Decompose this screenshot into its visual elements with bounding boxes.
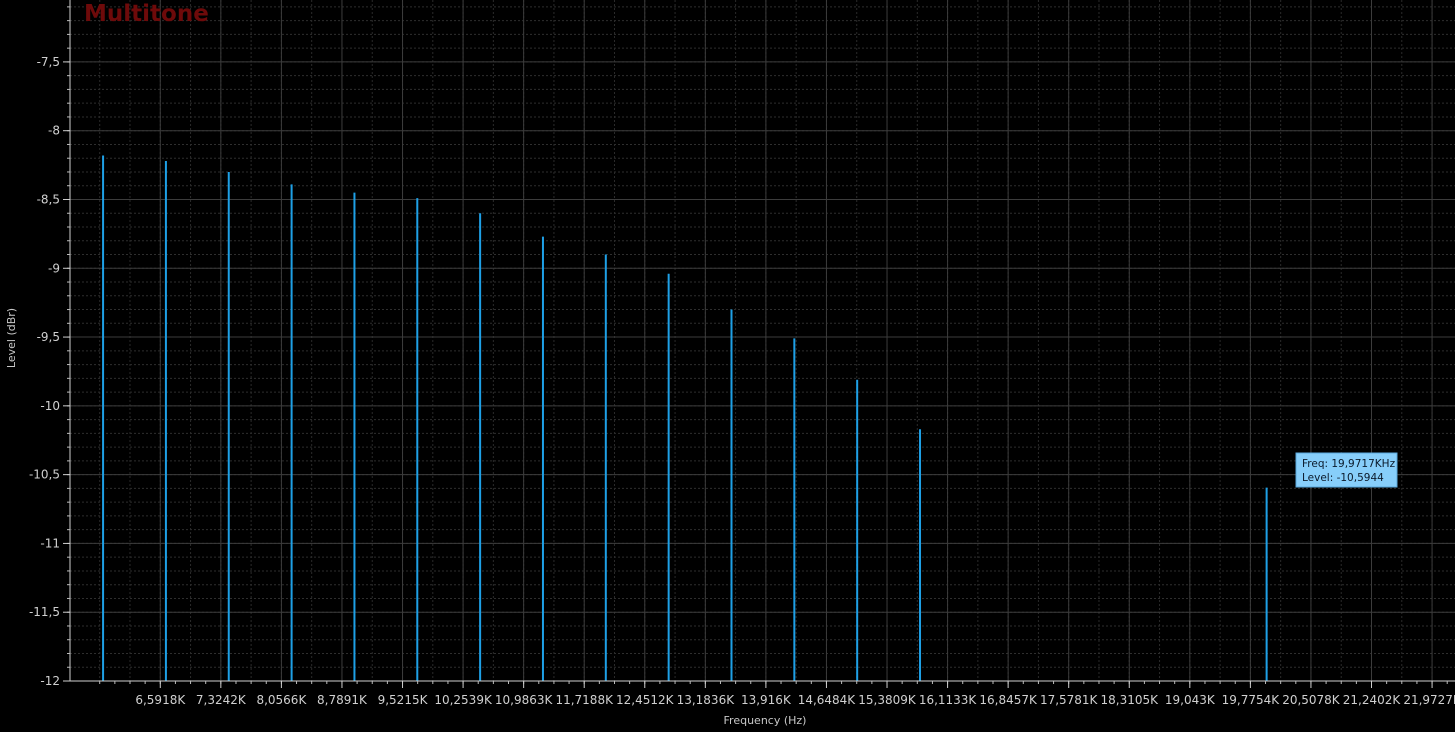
x-tick-label: 16,8457K	[979, 693, 1038, 707]
x-tick-label: 13,1836K	[677, 693, 736, 707]
y-tick-label: -11,5	[29, 605, 60, 619]
cursor-tooltip: Freq: 19,9717KHz Level: -10,5944	[1295, 452, 1398, 488]
tooltip-level: Level: -10,5944	[1302, 472, 1384, 484]
x-tick-label: 20,5078K	[1282, 693, 1341, 707]
y-tick-label: -9,5	[37, 330, 60, 344]
y-tick-label: -9	[48, 261, 60, 275]
x-tick-label: 8,7891K	[317, 693, 368, 707]
x-tick-label: 19,043K	[1165, 693, 1216, 707]
x-tick-label: 12,4512K	[616, 693, 675, 707]
x-tick-label: 16,1133K	[919, 693, 978, 707]
x-axis-title: Frequency (Hz)	[724, 714, 807, 727]
y-tick-label: -10,5	[29, 468, 60, 482]
x-tick-label: 10,2539K	[434, 693, 493, 707]
x-tick-label: 17,5781K	[1040, 693, 1099, 707]
y-axis-title: Level (dBr)	[5, 308, 18, 368]
x-tick-label: 7,3242K	[196, 693, 247, 707]
multitone-chart: -12 -11,5 -11 -10,5 -10 -9,5 -9 -8,5 -8 -7,5 6,59…	[0, 0, 1455, 732]
x-tick-label: 8,0566K	[256, 693, 307, 707]
x-tick-label: 10,9863K	[495, 693, 554, 707]
y-tick-label: -8	[48, 124, 60, 138]
x-tick-label: 9,5215K	[378, 693, 429, 707]
x-tick-label: 21,9727K	[1403, 693, 1455, 707]
y-tick-label: -11	[40, 536, 60, 550]
x-tick-label: 15,3809K	[858, 693, 917, 707]
x-tick-label: 13,916K	[741, 693, 792, 707]
x-tick-label: 21,2402K	[1343, 693, 1402, 707]
chart-background	[0, 0, 1455, 732]
x-tick-label: 19,7754K	[1222, 693, 1281, 707]
x-tick-label: 6,5918K	[135, 693, 186, 707]
y-tick-label: -12	[40, 674, 60, 688]
tooltip-freq: Freq: 19,9717KHz	[1302, 458, 1396, 470]
y-tick-label: -10	[40, 399, 60, 413]
chart-title: Multitone	[84, 1, 209, 27]
x-tick-label: 14,6484K	[798, 693, 857, 707]
x-tick-label: 18,3105K	[1101, 693, 1160, 707]
y-tick-label: -7,5	[37, 55, 60, 69]
y-tick-label: -8,5	[37, 192, 60, 206]
x-tick-label: 11,7188K	[555, 693, 614, 707]
